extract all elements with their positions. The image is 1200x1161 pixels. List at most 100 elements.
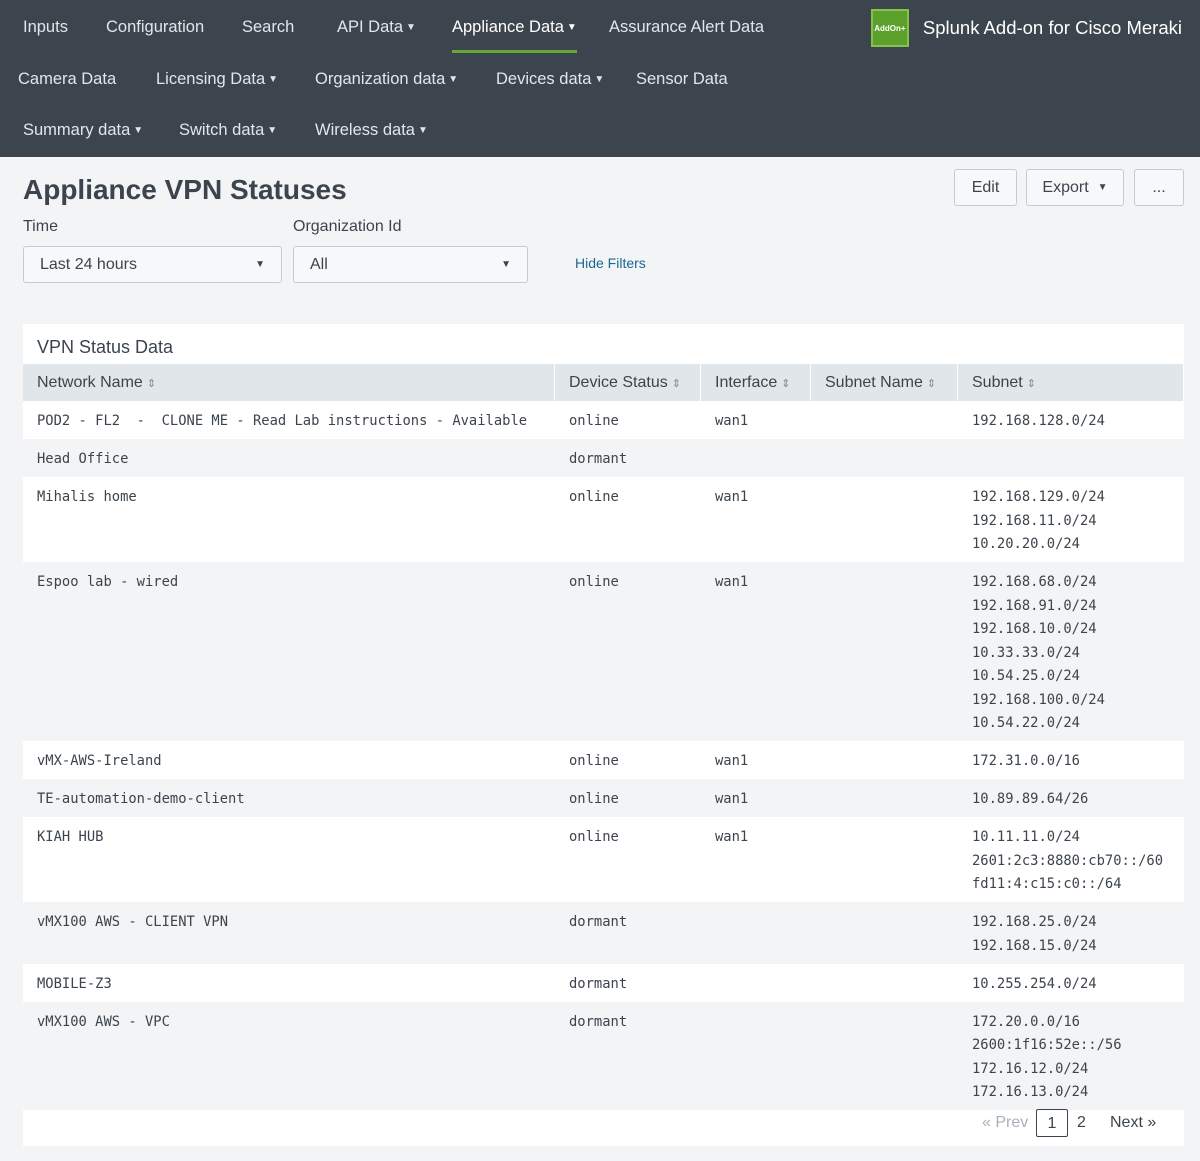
column-header-subnet-name[interactable]: Subnet Name ⇕ <box>811 364 958 401</box>
caret-down-icon: ▼ <box>1097 182 1108 193</box>
nav-item-licensing-data[interactable]: Licensing Data ▼ <box>156 54 278 104</box>
sort-icon: ⇕ <box>671 378 681 390</box>
column-header-label: Device Status <box>569 374 668 391</box>
nav-item-sensor-data[interactable]: Sensor Data <box>636 54 728 104</box>
addon-logo-icon: AddOn+ <box>870 9 909 47</box>
table-row[interactable]: Head Office dormant <box>23 439 1184 477</box>
device-status-cell: dormant <box>569 1013 628 1030</box>
nav-item-switch-data[interactable]: Switch data ▼ <box>179 105 277 155</box>
column-header-network-name[interactable]: Network Name ⇕ <box>23 364 555 401</box>
subnet-cell: 10.11.11.0/24 2601:2c3:8880:cb70::/60 fd11… <box>972 826 1163 897</box>
table-row[interactable]: vMX100 AWS - VPC dormant 172.20.0.0/16 2600… <box>23 1001 1184 1110</box>
app-name: Splunk Add-on for Cisco Meraki <box>922 17 1182 38</box>
column-header-interface[interactable]: Interface ⇕ <box>701 364 811 401</box>
caret-down-icon: ▼ <box>594 74 605 85</box>
export-button[interactable]: Export ▼ <box>1026 169 1124 206</box>
subnet-value: fd11:4:c15:c0::/64 <box>972 876 1122 892</box>
nav-item-devices-data[interactable]: Devices data ▼ <box>496 54 604 104</box>
nav-item-label: Devices data <box>496 70 592 88</box>
nav-item-search[interactable]: Search <box>242 2 294 52</box>
table-row[interactable]: Espoo lab - wired online wan1 192.168.68.0/… <box>23 562 1184 741</box>
time-filter-label: Time <box>23 218 58 235</box>
subnet-cell: 192.168.68.0/24 192.168.91.0/24 192.168.10… <box>972 571 1105 736</box>
nav-item-summary-data[interactable]: Summary data ▼ <box>23 105 143 155</box>
device-status-cell: online <box>569 489 619 505</box>
vpn-status-panel: VPN Status Data Network Name ⇕ Device Stat… <box>23 324 1184 1146</box>
device-status-cell: online <box>569 791 619 807</box>
nav-item-assurance-alert-data[interactable]: Assurance Alert Data <box>609 2 764 52</box>
column-header-label: Subnet Name <box>825 374 923 391</box>
caret-down-icon: ▼ <box>133 125 144 136</box>
nav-item-label: Search <box>242 18 295 36</box>
nav-item-label: Organization data <box>315 70 446 88</box>
nav-item-api-data[interactable]: API Data ▼ <box>337 2 416 52</box>
export-button-label: Export <box>1042 178 1089 196</box>
more-actions-label: ... <box>1152 178 1166 196</box>
network-name-cell: vMX-AWS-Ireland <box>37 753 162 769</box>
network-name-cell: TE-automation-demo-client <box>37 791 245 807</box>
network-name-cell: POD2 - FL2 - CLONE ME - Read Lab instruc… <box>37 413 528 429</box>
subnet-value: 192.168.129.0/24 <box>972 489 1105 505</box>
nav-item-label: API Data <box>337 18 404 36</box>
caret-down-icon: ▼ <box>267 125 278 136</box>
edit-button[interactable]: Edit <box>954 169 1017 206</box>
sort-icon: ⇕ <box>146 378 157 390</box>
prev-page-link[interactable]: « Prev <box>982 1109 1028 1137</box>
page-1-button[interactable]: 1 <box>1036 1109 1068 1137</box>
subnet-value: 192.168.128.0/24 <box>972 413 1105 429</box>
subnet-cell: 192.168.129.0/24 192.168.11.0/24 10.20.20.… <box>972 486 1105 557</box>
next-page-link[interactable]: Next » <box>1110 1109 1156 1137</box>
subnet-cell: 192.168.128.0/24 <box>972 410 1105 434</box>
subnet-value: 10.20.20.0/24 <box>972 536 1080 552</box>
caret-down-icon: ▼ <box>406 22 416 33</box>
column-header-device-status[interactable]: Device Status ⇕ <box>555 364 701 401</box>
panel-title: VPN Status Data <box>37 337 174 357</box>
nav-item-camera-data[interactable]: Camera Data <box>18 54 116 104</box>
table-row[interactable]: vMX-AWS-Ireland online wan1 172.31.0.0/16 <box>23 741 1184 779</box>
table-row[interactable]: TE-automation-demo-client online wan1 10.89… <box>23 779 1184 817</box>
subnet-value: 172.16.12.0/24 <box>972 1060 1089 1077</box>
subnet-value: 172.20.0.0/16 <box>972 1013 1080 1030</box>
table-row[interactable]: MOBILE-Z3 dormant 10.255.254.0/24 <box>23 964 1184 1002</box>
table-row[interactable]: Mihalis home online wan1 192.168.129.0/24 19… <box>23 477 1184 562</box>
more-actions-button[interactable]: ... <box>1134 169 1184 206</box>
table-row[interactable]: POD2 - FL2 - CLONE ME - Read Lab instruc… <box>23 401 1184 439</box>
network-name-cell: vMX100 AWS - VPC <box>37 1013 170 1030</box>
network-name-cell: Mihalis home <box>37 489 137 505</box>
caret-down-icon: ▼ <box>448 74 459 85</box>
page-2-button[interactable]: 2 <box>1077 1109 1086 1137</box>
nav-item-organization-data[interactable]: Organization data ▼ <box>315 54 458 104</box>
network-name-cell: vMX100 AWS - CLIENT VPN <box>37 914 229 930</box>
nav-item-appliance-data[interactable]: Appliance Data ▼ <box>452 2 577 53</box>
table-row[interactable]: KIAH HUB online wan1 10.11.11.0/24 2601:2c3:… <box>23 817 1184 902</box>
interface-cell: wan1 <box>715 413 749 429</box>
subnet-value: 10.255.254.0/24 <box>972 975 1097 992</box>
caret-down-icon: ▼ <box>417 125 428 136</box>
time-filter-select[interactable]: Last 24 hours ▼ <box>23 246 282 283</box>
page-title: Appliance VPN Statuses <box>23 174 347 205</box>
table-header: Network Name ⇕ Device Status ⇕ Interface ⇕ Sub… <box>23 364 1184 401</box>
app-brand: AddOn+ Splunk Add-on for Cisco Meraki <box>870 8 1182 48</box>
nav-item-label: Summary data <box>23 121 131 139</box>
time-filter-value: Last 24 hours <box>40 255 137 273</box>
sort-icon: ⇕ <box>1026 378 1036 390</box>
org-filter-select[interactable]: All ▼ <box>293 246 528 283</box>
column-header-label: Interface <box>715 374 778 391</box>
interface-cell: wan1 <box>715 829 749 845</box>
table-row[interactable]: vMX100 AWS - CLIENT VPN dormant 192.168.25… <box>23 902 1184 964</box>
nav-item-label: Switch data <box>179 121 265 139</box>
interface-cell: wan1 <box>715 791 749 807</box>
sort-icon: ⇕ <box>781 378 791 390</box>
nav-item-configuration[interactable]: Configuration <box>106 2 204 52</box>
nav-item-inputs[interactable]: Inputs <box>23 2 68 52</box>
column-header-subnet[interactable]: Subnet ⇕ <box>958 364 1184 401</box>
subnet-cell: 172.20.0.0/162600:1f16:52e::/56172.16.12… <box>972 1011 1122 1105</box>
nav-item-label: Licensing Data <box>156 70 266 88</box>
subnet-cell: 10.255.254.0/24 <box>972 973 1097 997</box>
nav-item-wireless-data[interactable]: Wireless data ▼ <box>315 105 428 155</box>
caret-down-icon: ▼ <box>501 259 511 270</box>
caret-down-icon: ▼ <box>566 22 577 33</box>
subnet-value: 10.89.89.64/26 <box>972 791 1089 807</box>
subnet-value: 2600:1f16:52e::/56 <box>972 1037 1122 1053</box>
hide-filters-link[interactable]: Hide Filters <box>575 255 646 271</box>
